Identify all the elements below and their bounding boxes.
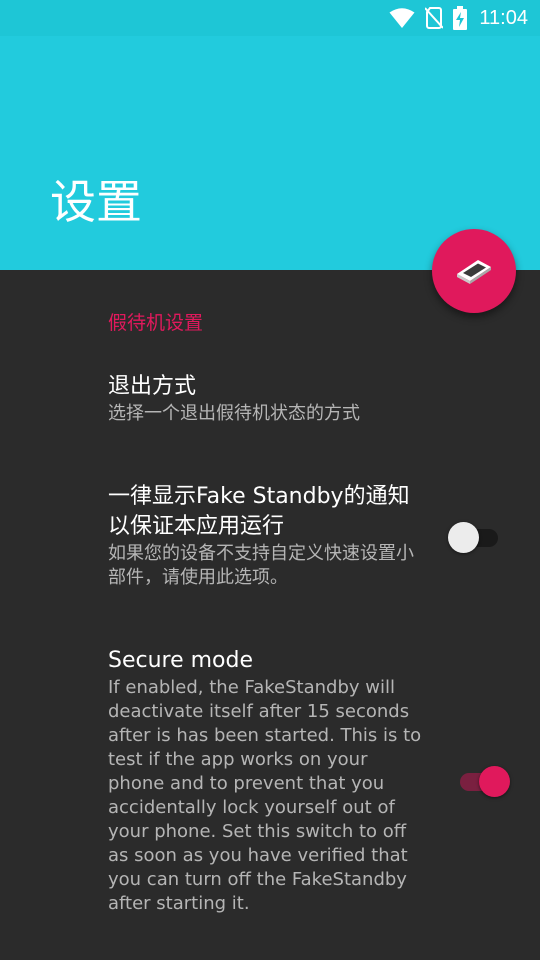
- always-notify-switch[interactable]: [448, 517, 508, 557]
- status-time: 11:04: [479, 6, 528, 29]
- switch-thumb: [448, 522, 479, 553]
- start-standby-fab-button[interactable]: [432, 229, 516, 313]
- secure-mode-summary: If enabled, the FakeStandby will deactiv…: [108, 677, 422, 914]
- secure-mode-switch[interactable]: [452, 761, 512, 801]
- always-notify-summary: 如果您的设备不支持自定义快速设置小部件，请使用此选项。: [108, 543, 414, 588]
- wifi-icon: [389, 7, 415, 29]
- exit-method-preference[interactable]: 退出方式 选择一个退出假待机状态的方式: [108, 372, 423, 426]
- standby-phone-icon: [454, 254, 494, 288]
- secure-mode-title: Secure mode: [108, 648, 254, 673]
- category-header: 假待机设置: [108, 312, 204, 334]
- battery-charging-icon: [453, 6, 468, 30]
- status-icons: 11:04: [389, 0, 528, 36]
- always-notify-preference[interactable]: 一律显示Fake Standby的通知以保证本应用运行 如果您的设备不支持自定义…: [108, 482, 423, 590]
- no-sim-icon: [425, 7, 444, 29]
- switch-thumb: [479, 766, 510, 797]
- status-bar: 11:04: [0, 0, 540, 36]
- exit-method-summary: 选择一个退出假待机状态的方式: [108, 403, 360, 424]
- page-title: 设置: [50, 175, 142, 229]
- exit-method-title: 退出方式: [108, 374, 197, 399]
- always-notify-title: 一律显示Fake Standby的通知以保证本应用运行: [108, 484, 410, 539]
- secure-mode-preference[interactable]: Secure mode If enabled, the FakeStandby …: [108, 646, 423, 916]
